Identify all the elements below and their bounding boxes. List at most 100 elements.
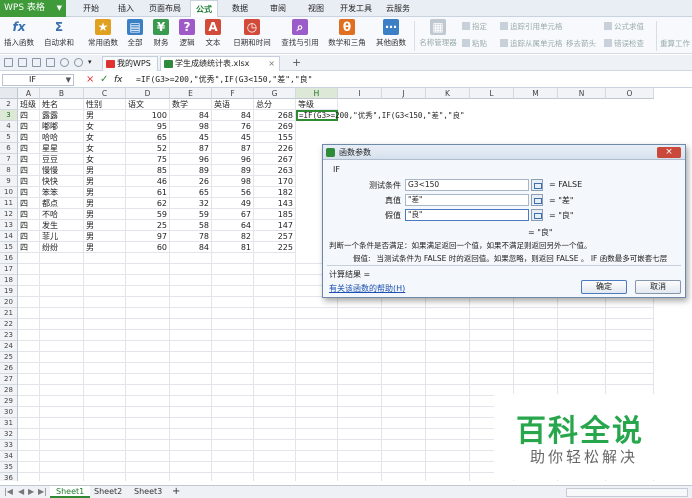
table-cell[interactable]: 226 (254, 143, 296, 154)
table-cell[interactable] (296, 440, 338, 451)
table-cell[interactable] (254, 308, 296, 319)
remove-arrows-button[interactable]: 移去箭头 (566, 38, 596, 49)
name-manager-button[interactable]: ▦ 名称管理器 (418, 19, 458, 48)
table-cell[interactable] (338, 385, 382, 396)
table-cell[interactable]: 26 (170, 176, 212, 187)
row-header[interactable]: 12 (0, 209, 18, 220)
table-cell[interactable] (18, 275, 40, 286)
table-cell[interactable] (254, 473, 296, 481)
table-cell[interactable] (40, 319, 84, 330)
table-cell[interactable] (558, 341, 606, 352)
table-cell[interactable] (40, 330, 84, 341)
table-cell[interactable] (170, 407, 212, 418)
table-cell[interactable]: 52 (126, 143, 170, 154)
insert-function-button[interactable]: fx 插入函数 (4, 19, 34, 48)
table-cell[interactable]: 60 (126, 242, 170, 253)
row-header[interactable]: 23 (0, 330, 18, 341)
horizontal-scrollbar[interactable] (566, 488, 688, 497)
table-cell[interactable] (254, 319, 296, 330)
table-cell[interactable]: 64 (212, 220, 254, 231)
table-cell[interactable] (170, 341, 212, 352)
table-cell[interactable] (40, 407, 84, 418)
tab-view[interactable]: 视图 (304, 0, 328, 17)
table-cell[interactable] (126, 374, 170, 385)
table-cell[interactable] (382, 374, 426, 385)
table-cell[interactable] (514, 297, 558, 308)
table-cell[interactable] (426, 363, 470, 374)
table-cell[interactable] (338, 429, 382, 440)
table-cell[interactable] (18, 341, 40, 352)
tab-home[interactable]: 开始 (76, 0, 106, 17)
table-cell[interactable]: 女 (84, 143, 126, 154)
financial-button[interactable]: ¥ 财务 (150, 19, 172, 48)
table-cell[interactable]: 100 (126, 110, 170, 121)
table-cell[interactable] (296, 407, 338, 418)
table-cell[interactable] (84, 264, 126, 275)
chevron-down-icon[interactable]: ▾ (88, 58, 97, 67)
table-cell[interactable] (254, 418, 296, 429)
table-cell[interactable]: 班级 (18, 99, 40, 110)
define-name-button[interactable]: 指定 (462, 21, 487, 32)
all-functions-button[interactable]: ▤ 全部 (124, 19, 146, 48)
table-cell[interactable]: 性别 (84, 99, 126, 110)
table-cell[interactable] (254, 352, 296, 363)
row-header[interactable]: 24 (0, 341, 18, 352)
table-cell[interactable] (606, 352, 654, 363)
table-cell[interactable] (170, 319, 212, 330)
tab-my-wps[interactable]: 我的WPS (102, 56, 158, 71)
table-cell[interactable] (426, 308, 470, 319)
table-cell[interactable] (170, 429, 212, 440)
table-cell[interactable]: 露露 (40, 110, 84, 121)
table-cell[interactable] (18, 385, 40, 396)
table-cell[interactable] (470, 341, 514, 352)
table-cell[interactable] (126, 264, 170, 275)
table-cell[interactable] (426, 462, 470, 473)
table-cell[interactable] (18, 407, 40, 418)
row-header[interactable]: 20 (0, 297, 18, 308)
column-header[interactable]: H (296, 88, 338, 99)
table-cell[interactable]: 都点 (40, 198, 84, 209)
table-cell[interactable] (296, 462, 338, 473)
dialog-title-bar[interactable]: 函数参数 × (323, 145, 685, 160)
table-cell[interactable] (170, 253, 212, 264)
table-cell[interactable]: 英语 (212, 99, 254, 110)
table-cell[interactable] (606, 319, 654, 330)
table-cell[interactable] (382, 341, 426, 352)
table-cell[interactable] (40, 374, 84, 385)
table-cell[interactable]: 45 (170, 132, 212, 143)
row-header[interactable]: 36 (0, 473, 18, 481)
table-cell[interactable] (254, 363, 296, 374)
table-cell[interactable] (296, 352, 338, 363)
table-cell[interactable] (18, 352, 40, 363)
cancel-icon[interactable]: × (86, 74, 94, 86)
evaluate-formula-button[interactable]: 公式求值 (604, 21, 644, 32)
tab-insert[interactable]: 插入 (114, 0, 138, 17)
table-cell[interactable] (84, 473, 126, 481)
tab-formulas[interactable]: 公式 (190, 0, 218, 17)
prev-sheet-icon[interactable]: ◀ (18, 487, 24, 496)
table-cell[interactable] (338, 341, 382, 352)
table-cell[interactable] (40, 385, 84, 396)
row-header[interactable]: 29 (0, 396, 18, 407)
table-cell[interactable] (514, 308, 558, 319)
table-cell[interactable]: 发生 (40, 220, 84, 231)
table-cell[interactable] (254, 264, 296, 275)
logical-button[interactable]: ? 逻辑 (176, 19, 198, 48)
table-cell[interactable]: 170 (254, 176, 296, 187)
table-cell[interactable] (296, 341, 338, 352)
recalc-button[interactable]: 重算工作 (660, 38, 690, 49)
table-cell[interactable]: 81 (212, 242, 254, 253)
row-header[interactable]: 13 (0, 220, 18, 231)
common-functions-button[interactable]: ★ 常用函数 (84, 19, 122, 48)
table-cell[interactable]: 96 (212, 154, 254, 165)
table-cell[interactable] (170, 297, 212, 308)
sheet-tab-3[interactable]: Sheet3 (128, 486, 168, 498)
add-sheet-button[interactable]: + (166, 486, 186, 498)
table-cell[interactable] (338, 363, 382, 374)
table-cell[interactable] (296, 363, 338, 374)
table-cell[interactable]: 嘟嘟 (40, 121, 84, 132)
table-cell[interactable] (18, 297, 40, 308)
table-cell[interactable] (170, 462, 212, 473)
table-cell[interactable]: 85 (126, 165, 170, 176)
table-cell[interactable] (254, 396, 296, 407)
